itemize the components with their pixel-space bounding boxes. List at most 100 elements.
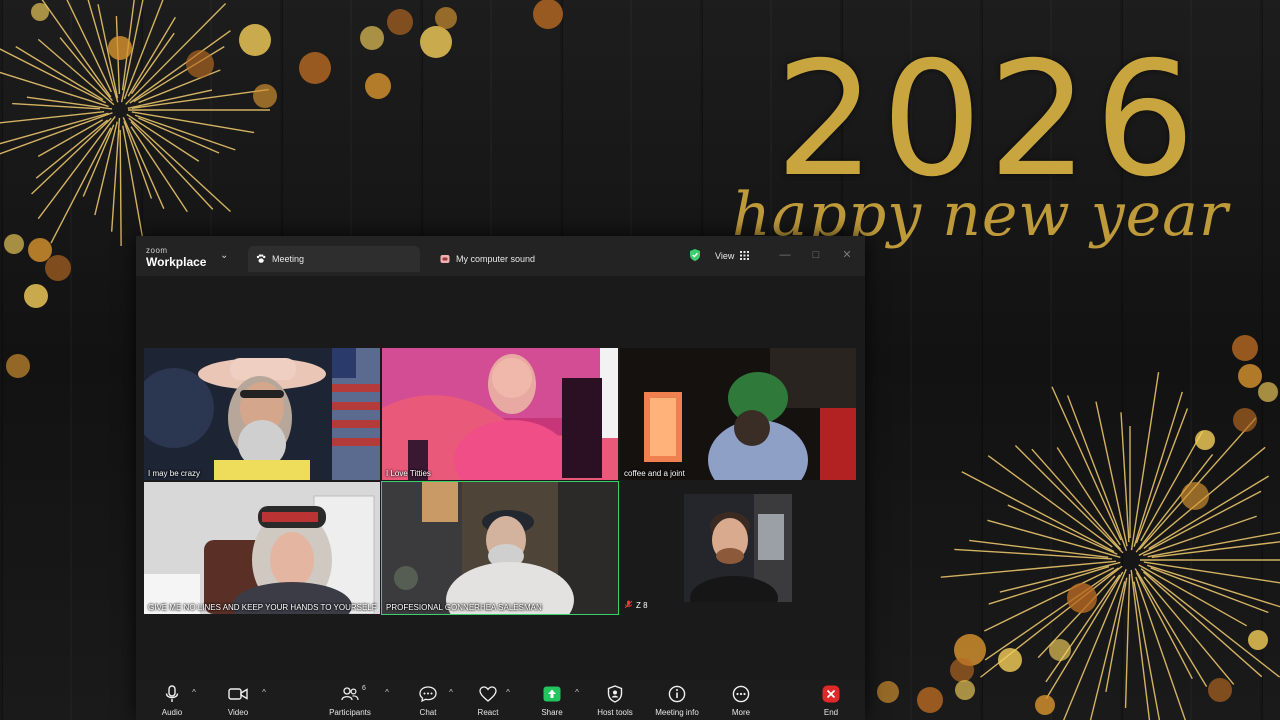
bokeh-light xyxy=(31,3,49,21)
meeting-info-button[interactable]: Meeting info xyxy=(649,684,705,718)
participant-video xyxy=(144,482,380,614)
firework-ray xyxy=(1143,561,1280,584)
view-button[interactable]: View xyxy=(708,246,758,266)
participant-name: I Love Titties xyxy=(386,469,431,478)
firework-ray xyxy=(110,117,121,232)
meeting-toolbar: Audio ^ Video ^ Participants 6 ^ Chat ^ xyxy=(136,680,865,720)
participants-icon xyxy=(340,684,360,704)
meeting-info-label: Meeting info xyxy=(655,708,699,717)
end-call-icon xyxy=(821,684,841,704)
share-label: Share xyxy=(541,708,563,717)
bokeh-light xyxy=(4,234,24,254)
participant-name-z8: Z 8 xyxy=(624,600,648,611)
paw-icon xyxy=(256,254,266,264)
chevron-down-icon[interactable]: ⌄ xyxy=(220,250,228,261)
firework-right xyxy=(940,372,1280,720)
participants-count: 6 xyxy=(362,685,366,692)
year-title: 2026 xyxy=(775,28,1202,212)
video-label: Video xyxy=(227,708,249,717)
bokeh-light xyxy=(1238,364,1262,388)
brand-bottom: Workplace xyxy=(146,255,207,269)
more-label: More xyxy=(731,708,751,717)
firework-ray xyxy=(1130,372,1160,551)
firework-ray xyxy=(35,119,109,179)
bokeh-light xyxy=(365,73,391,99)
title-bar: zoom Workplace ⌄ Meeting My computer sou… xyxy=(136,236,865,276)
tab-meeting[interactable]: Meeting xyxy=(248,246,420,272)
firework-ray xyxy=(0,112,109,145)
chat-options-caret[interactable]: ^ xyxy=(446,688,456,698)
firework-ray xyxy=(961,471,1115,553)
firework-ray xyxy=(129,30,231,104)
video-tile[interactable]: coffee and a joint xyxy=(620,348,856,480)
participants-label: Participants xyxy=(329,708,371,717)
tab-computer-sound[interactable]: My computer sound xyxy=(432,246,612,272)
brand-top: zoom xyxy=(146,246,168,255)
bokeh-light xyxy=(28,238,52,262)
video-tile[interactable]: I may be crazy xyxy=(144,348,380,480)
shield-icon xyxy=(605,684,625,704)
firework-ray xyxy=(954,548,1113,560)
firework-ray xyxy=(1133,581,1161,720)
share-options-caret[interactable]: ^ xyxy=(572,688,582,698)
more-dots-icon xyxy=(731,684,751,704)
info-icon xyxy=(667,684,687,704)
close-icon[interactable]: ✕ xyxy=(840,248,854,262)
bokeh-light xyxy=(1232,335,1258,361)
tab-computer-sound-label: My computer sound xyxy=(456,254,536,264)
firework-ray xyxy=(31,117,112,195)
view-label: View xyxy=(715,251,735,261)
video-options-caret[interactable]: ^ xyxy=(259,688,269,698)
bokeh-light xyxy=(108,36,132,60)
minimize-icon[interactable]: — xyxy=(778,248,792,262)
video-tile[interactable]: GIVE ME NO LINES AND KEEP YOUR HANDS TO … xyxy=(144,482,380,614)
bokeh-light xyxy=(533,0,563,29)
participant-name: PROFESIONAL GONNERHEA SALESMAN xyxy=(386,603,542,612)
participants-button[interactable]: Participants xyxy=(322,684,378,718)
bokeh-light xyxy=(1195,430,1215,450)
video-button[interactable]: Video xyxy=(210,684,266,718)
bokeh-light xyxy=(435,7,457,29)
bokeh-light xyxy=(1067,583,1097,613)
bokeh-light xyxy=(387,9,413,35)
react-options-caret[interactable]: ^ xyxy=(503,688,513,698)
end-label: End xyxy=(823,708,839,717)
host-tools-button[interactable]: Host tools xyxy=(587,684,643,718)
video-tile[interactable] xyxy=(684,494,792,602)
audio-label: Audio xyxy=(161,708,183,717)
end-button[interactable]: End xyxy=(803,684,859,718)
bokeh-light xyxy=(299,52,331,84)
participant-video xyxy=(382,348,618,480)
maximize-icon[interactable]: □ xyxy=(809,248,823,262)
firework-ray xyxy=(59,37,113,102)
video-tile-active-speaker[interactable]: PROFESIONAL GONNERHEA SALESMAN xyxy=(381,481,619,615)
zoom-workplace-logo[interactable]: zoom Workplace xyxy=(146,246,226,270)
share-screen-icon xyxy=(542,684,562,704)
microphone-icon xyxy=(162,684,182,704)
firework-ray xyxy=(125,3,227,105)
firework-ray xyxy=(12,102,101,110)
video-tile[interactable]: I Love Titties xyxy=(382,348,618,480)
firework-ray xyxy=(1138,564,1248,627)
tab-meeting-label: Meeting xyxy=(272,254,305,264)
participants-options-caret[interactable]: ^ xyxy=(382,688,392,698)
bokeh-light xyxy=(360,26,384,50)
participant-name: GIVE ME NO LINES AND KEEP YOUR HANDS TO … xyxy=(148,603,377,612)
audio-options-caret[interactable]: ^ xyxy=(189,688,199,698)
participant-video xyxy=(144,348,380,480)
bokeh-light xyxy=(239,24,271,56)
heart-icon xyxy=(478,684,498,704)
bokeh-light xyxy=(955,680,975,700)
participant-video xyxy=(684,494,792,602)
firework-ray xyxy=(1124,573,1131,708)
shield-check-icon[interactable] xyxy=(688,248,702,262)
bokeh-light xyxy=(950,658,974,682)
bokeh-light xyxy=(6,354,30,378)
firework-ray xyxy=(1146,564,1280,608)
firework-ray xyxy=(0,112,113,155)
chat-label: Chat xyxy=(419,708,437,717)
firework-left xyxy=(0,0,270,258)
bokeh-light xyxy=(253,84,277,108)
bokeh-light xyxy=(1181,482,1209,510)
more-button[interactable]: More xyxy=(713,684,769,718)
